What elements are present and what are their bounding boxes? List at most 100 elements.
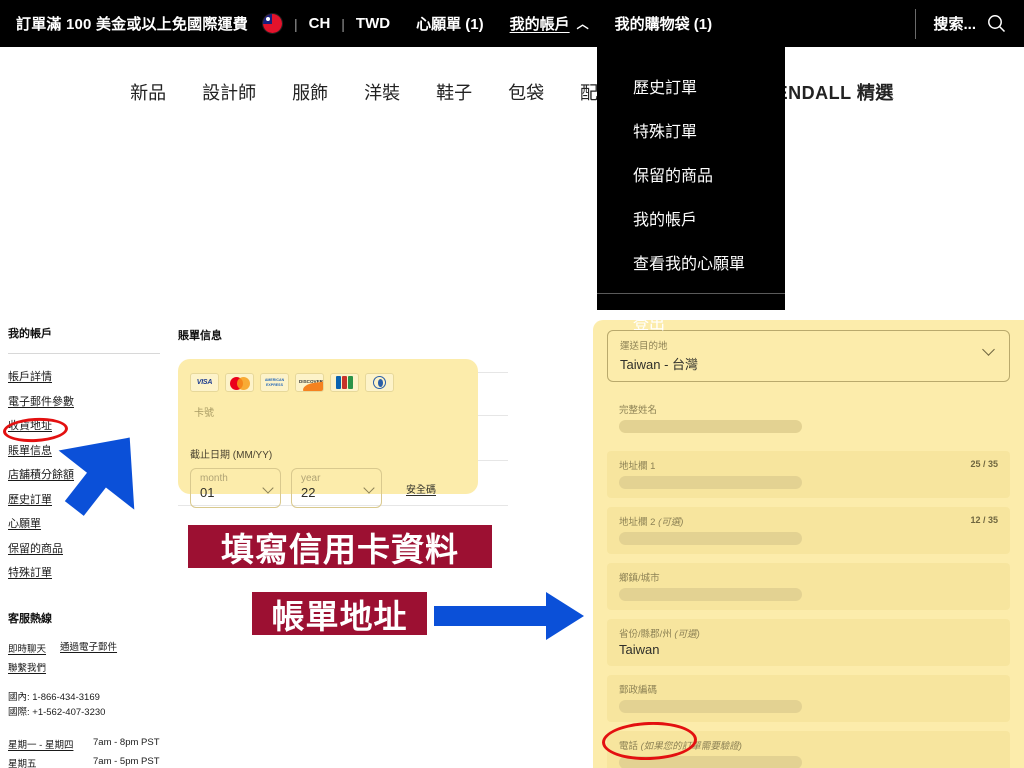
sidebar-item-billing-info[interactable]: 賬單信息	[8, 442, 52, 458]
address-line-2-input[interactable]	[619, 532, 802, 545]
sidebar-title: 我的帳戶	[8, 328, 52, 340]
taiwan-flag-icon[interactable]	[261, 13, 283, 34]
live-chat-link[interactable]: 即時聊天	[8, 644, 46, 655]
state-province-optional: (可選)	[674, 629, 700, 640]
sidebar-item-store-credit[interactable]: 店舖積分餘額	[8, 466, 74, 482]
sidebar-item-account-details[interactable]: 帳戶詳情	[8, 368, 52, 384]
address-line-1-counter: 25 / 35	[970, 459, 998, 469]
state-province-field[interactable]: 省份/縣郡/州 (可選) Taiwan	[607, 619, 1010, 666]
annotation-fill-card-info: 填寫信用卡資料	[188, 525, 492, 568]
support-hours: 星期一 - 星期四 7am - 8pm PST 星期五 7am - 5pm PS…	[8, 737, 168, 768]
expiry-month-select[interactable]: month 01	[190, 468, 281, 508]
sidebar-item-special-orders[interactable]: 特殊訂單	[8, 564, 52, 580]
account-sidebar: 我的帳戶 帳戶詳情 電子郵件參數 收貨地址 賬單信息 店舖積分餘額 歷史訂單 心…	[8, 325, 168, 768]
my-account-label: 我的帳戶	[509, 16, 570, 33]
nav-item-designers[interactable]: 設計師	[202, 79, 256, 105]
address-line-2-field[interactable]: 地址欄 2 (可選) 12 / 35	[607, 507, 1010, 554]
separator: |	[293, 15, 298, 32]
annotation-billing-address: 帳單地址	[252, 592, 427, 635]
full-name-input[interactable]	[619, 420, 802, 433]
annotation-arrow-to-address	[434, 592, 584, 640]
menu-item-order-history[interactable]: 歷史訂單	[597, 64, 785, 108]
free-shipping-promo: 訂單滿 100 美金或以上免國際運費	[16, 16, 248, 33]
domestic-phone: 國內: 1-866-434-3169	[8, 692, 100, 703]
hours-row: 星期五 7am - 5pm PST	[8, 756, 168, 768]
expiry-row: month 01 year 22 安全碼	[190, 468, 466, 508]
card-number-field[interactable]: 卡號	[190, 404, 466, 444]
month-placeholder: month	[200, 473, 228, 484]
city-label: 鄉鎮/城市	[619, 573, 660, 584]
billing-information-section: 賬單信息 VISA AMERICAN EXPRESS DISCOVER 卡號 截…	[178, 327, 498, 508]
nav-item-shoes[interactable]: 鞋子	[436, 79, 472, 105]
address-line-1-label: 地址欄 1	[619, 461, 656, 472]
support-phone-numbers: 國內: 1-866-434-3169 國際: +1-562-407-3230	[8, 691, 168, 720]
state-province-label: 省份/縣郡/州 (可選)	[619, 626, 998, 640]
billing-section-title: 賬單信息	[178, 330, 222, 342]
cvv-help-link[interactable]: 安全碼	[406, 481, 436, 496]
expiry-year-select[interactable]: year 22	[291, 468, 382, 508]
city-field[interactable]: 鄉鎮/城市	[607, 563, 1010, 610]
account-dropdown-menu: 歷史訂單 特殊訂單 保留的商品 我的帳戶 查看我的心願單 登出	[597, 47, 785, 333]
diners-club-icon	[365, 373, 394, 392]
wishlist-link[interactable]: 心願單 (1)	[416, 13, 484, 34]
menu-item-my-account[interactable]: 我的帳戶	[597, 196, 785, 240]
address-line-2-label: 地址欄 2 (可選)	[619, 514, 998, 528]
visa-label: VISA	[196, 379, 213, 386]
discover-icon: DISCOVER	[295, 373, 324, 392]
address-line-2-label-text: 地址欄 2	[619, 517, 659, 528]
sidebar-item-order-history[interactable]: 歷史訂單	[8, 491, 52, 507]
expiry-label: 截止日期 (MM/YY)	[190, 450, 273, 461]
full-name-field[interactable]: 完整姓名	[607, 395, 1010, 442]
menu-item-saved-items[interactable]: 保留的商品	[597, 152, 785, 196]
amex-icon: AMERICAN EXPRESS	[260, 373, 289, 392]
sidebar-item-email-preferences[interactable]: 電子郵件參數	[8, 393, 74, 409]
search-icon[interactable]	[987, 14, 1006, 33]
email-us-link[interactable]: 通過電子郵件	[60, 639, 117, 674]
state-province-input[interactable]: Taiwan	[619, 642, 998, 657]
chevron-up-icon: ︿	[576, 17, 589, 31]
menu-item-view-wishlist[interactable]: 查看我的心願單	[597, 240, 785, 284]
accepted-card-brands: VISA AMERICAN EXPRESS DISCOVER	[190, 373, 466, 392]
currency-selector[interactable]: TWD	[356, 15, 390, 32]
international-phone: 國際: +1-562-407-3230	[8, 706, 106, 718]
contact-us-link[interactable]: 聯繫我們	[8, 660, 46, 674]
separator: |	[341, 15, 345, 32]
billing-address-form: 運送目的地 Taiwan - 台灣 完整姓名 地址欄 1 25 / 35 地址欄…	[593, 320, 1024, 768]
full-name-label: 完整姓名	[619, 405, 658, 416]
sidebar-item-wishlist[interactable]: 心願單	[8, 515, 41, 531]
address-line-1-field[interactable]: 地址欄 1 25 / 35	[607, 451, 1010, 498]
customer-service-links: 即時聊天 聯繫我們 通過電子郵件	[8, 639, 168, 674]
hours-day: 星期五	[8, 759, 37, 768]
phone-label-text: 電話	[619, 741, 641, 752]
phone-input[interactable]	[619, 756, 802, 768]
language-selector[interactable]: CH	[309, 15, 331, 32]
phone-optional: (如果您的訂單需要驗證)	[640, 741, 742, 752]
postal-code-input[interactable]	[619, 700, 802, 713]
nav-item-clothing[interactable]: 服飾	[292, 79, 328, 105]
jcb-icon	[330, 373, 359, 392]
city-input[interactable]	[619, 588, 802, 601]
top-utility-bar: 訂單滿 100 美金或以上免國際運費 | CH | TWD 心願單 (1) 我的…	[0, 0, 1024, 47]
postal-code-label: 郵政編碼	[619, 685, 658, 696]
shopping-bag-link[interactable]: 我的購物袋 (1)	[615, 13, 713, 34]
search-input[interactable]: 搜索...	[933, 13, 976, 34]
postal-code-field[interactable]: 郵政編碼	[607, 675, 1010, 722]
hours-day: 星期一 - 星期四	[8, 740, 74, 752]
sidebar-item-shipping-address[interactable]: 收貨地址	[8, 417, 52, 433]
menu-item-special-orders[interactable]: 特殊訂單	[597, 108, 785, 152]
amex-label: AMERICAN EXPRESS	[264, 378, 285, 387]
nav-item-dresses[interactable]: 洋裝	[364, 79, 400, 105]
nav-item-new[interactable]: 新品	[130, 79, 166, 105]
phone-label: 電話 (如果您的訂單需要驗證)	[619, 738, 998, 752]
card-number-input[interactable]: 卡號	[190, 404, 466, 419]
address-line-1-input[interactable]	[619, 476, 802, 489]
country-value: Taiwan - 台灣	[620, 357, 699, 372]
my-account-link[interactable]: 我的帳戶 ︿	[510, 13, 589, 34]
main-navigation: 新品 設計師 服飾 洋裝 鞋子 包袋 配件 主題精選 KENDALL 精選	[0, 47, 1024, 137]
phone-field[interactable]: 電話 (如果您的訂單需要驗證)	[607, 731, 1010, 768]
sidebar-item-saved-items[interactable]: 保留的商品	[8, 540, 63, 556]
search-box[interactable]: 搜索...	[915, 8, 1006, 39]
address-line-2-counter: 12 / 35	[970, 515, 998, 525]
menu-item-logout[interactable]: 登出	[597, 300, 785, 344]
nav-item-bags[interactable]: 包袋	[508, 79, 544, 105]
